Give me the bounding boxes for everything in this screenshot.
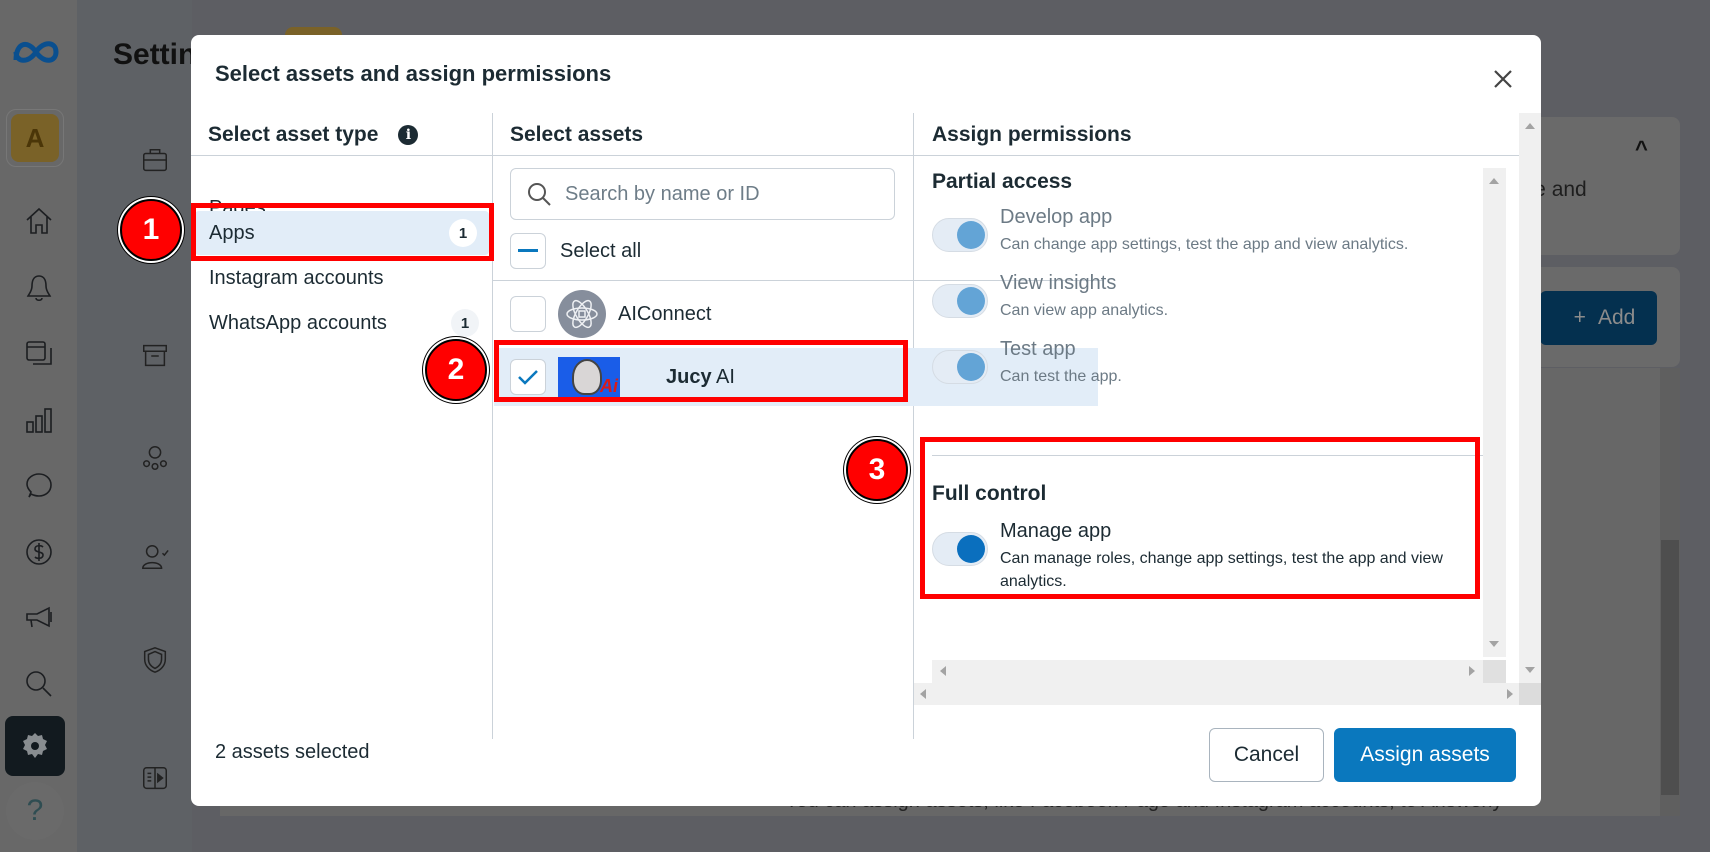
column-divider-2 bbox=[913, 113, 914, 739]
help-icon[interactable]: ? bbox=[6, 782, 64, 840]
partial-access-title: Partial access bbox=[932, 170, 1073, 193]
asset-type-heading: Select asset type i bbox=[208, 115, 419, 155]
section-divider bbox=[932, 455, 1483, 456]
select-all-row[interactable]: Select all bbox=[510, 231, 641, 271]
permission-view-insights: View insights Can view app analytics. bbox=[932, 272, 1168, 322]
home-icon[interactable] bbox=[19, 201, 59, 241]
settings-subnav bbox=[77, 0, 192, 852]
scroll-corner bbox=[1483, 660, 1506, 683]
asset-type-instagram[interactable]: Instagram accounts bbox=[193, 256, 491, 300]
scroll-right-arrow[interactable] bbox=[1507, 689, 1513, 699]
develop-app-toggle[interactable] bbox=[932, 218, 988, 252]
megaphone-icon[interactable] bbox=[19, 598, 59, 638]
scroll-left-arrow[interactable] bbox=[920, 689, 926, 699]
shield-icon[interactable] bbox=[138, 643, 172, 677]
bg-scrollbar-thumb[interactable] bbox=[1661, 540, 1679, 795]
info-icon[interactable]: i bbox=[398, 125, 419, 145]
search-icon bbox=[528, 183, 551, 206]
view-insights-toggle[interactable] bbox=[932, 284, 988, 318]
asset-type-apps[interactable]: Apps 1 bbox=[195, 211, 489, 255]
user-check-icon[interactable] bbox=[138, 540, 172, 574]
scroll-right-arrow[interactable] bbox=[1469, 666, 1475, 676]
step-marker-1: 1 bbox=[120, 199, 182, 261]
scroll-down-arrow[interactable] bbox=[1489, 641, 1499, 647]
asset-search-field[interactable] bbox=[510, 168, 895, 220]
column-divider-1 bbox=[492, 113, 493, 739]
asset-checkbox-checked[interactable] bbox=[510, 359, 546, 395]
test-app-toggle[interactable] bbox=[932, 350, 988, 384]
asset-name: Jucy AI bbox=[666, 365, 735, 388]
assets-heading: Select assets bbox=[510, 123, 644, 146]
count-badge: 1 bbox=[449, 219, 477, 247]
search-rail-icon[interactable] bbox=[19, 664, 59, 704]
permission-develop-app: Develop app Can change app settings, tes… bbox=[932, 206, 1408, 256]
insights-icon[interactable] bbox=[19, 400, 59, 440]
scroll-down-arrow[interactable] bbox=[1525, 667, 1535, 673]
billing-icon[interactable] bbox=[19, 532, 59, 572]
search-input[interactable] bbox=[565, 182, 885, 206]
asset-name: AIConnect bbox=[618, 302, 712, 325]
integrations-icon[interactable] bbox=[138, 441, 172, 475]
scroll-corner bbox=[1519, 683, 1541, 705]
atom-app-icon bbox=[558, 290, 606, 338]
select-all-checkbox[interactable] bbox=[510, 233, 546, 269]
scroll-up-arrow[interactable] bbox=[1525, 123, 1535, 129]
assign-assets-dialog: Select assets and assign permissions Sel… bbox=[191, 35, 1541, 806]
count-badge: 1 bbox=[451, 309, 479, 337]
add-button[interactable]: + Add bbox=[1540, 291, 1657, 345]
avatar-letter: A bbox=[11, 114, 59, 162]
permission-test-app: Test app Can test the app. bbox=[932, 338, 1122, 388]
asset-checkbox[interactable] bbox=[510, 296, 546, 332]
step-marker-3: 3 bbox=[846, 439, 908, 501]
business-avatar[interactable]: A bbox=[6, 109, 64, 167]
outer-vertical-scrollbar[interactable] bbox=[1519, 113, 1541, 683]
selection-count: 2 assets selected bbox=[215, 741, 370, 763]
permissions-panel: Partial access Develop app Can change ap… bbox=[932, 156, 1483, 695]
gear-icon bbox=[23, 733, 47, 758]
jucy-app-icon: Ai bbox=[558, 357, 620, 397]
indeterminate-icon bbox=[518, 249, 538, 252]
cancel-button[interactable]: Cancel bbox=[1209, 728, 1324, 782]
full-control-title: Full control bbox=[932, 482, 1047, 505]
scroll-up-arrow[interactable] bbox=[1489, 178, 1499, 184]
chat-icon[interactable] bbox=[19, 466, 59, 506]
step-marker-2: 2 bbox=[425, 339, 487, 401]
manage-app-toggle[interactable] bbox=[932, 532, 988, 566]
dialog-title: Select assets and assign permissions bbox=[215, 61, 612, 86]
bell-icon[interactable] bbox=[19, 268, 59, 308]
inner-vertical-scrollbar[interactable] bbox=[1483, 168, 1506, 657]
pages-icon[interactable] bbox=[19, 334, 59, 374]
settings-rail-item[interactable] bbox=[5, 716, 65, 776]
collapse-caret-icon[interactable]: ^ bbox=[1635, 136, 1648, 162]
permission-manage-app: Manage app Can manage roles, change app … bbox=[932, 520, 1462, 593]
sidebar-toggle-icon[interactable] bbox=[138, 761, 172, 795]
plus-icon: + bbox=[1573, 306, 1586, 329]
outer-horizontal-scrollbar[interactable] bbox=[914, 683, 1519, 705]
asset-type-whatsapp[interactable]: WhatsApp accounts 1 bbox=[193, 301, 491, 345]
scroll-left-arrow[interactable] bbox=[940, 666, 946, 676]
assign-assets-button[interactable]: Assign assets bbox=[1334, 728, 1516, 782]
archive-icon[interactable] bbox=[138, 338, 172, 372]
meta-logo-icon[interactable] bbox=[10, 32, 62, 72]
close-button[interactable] bbox=[1483, 59, 1523, 99]
close-icon bbox=[1494, 70, 1512, 88]
briefcase-icon[interactable] bbox=[138, 143, 172, 177]
permissions-heading: Assign permissions bbox=[932, 123, 1132, 146]
inner-horizontal-scrollbar[interactable] bbox=[932, 660, 1483, 683]
checkmark-icon bbox=[518, 370, 538, 385]
